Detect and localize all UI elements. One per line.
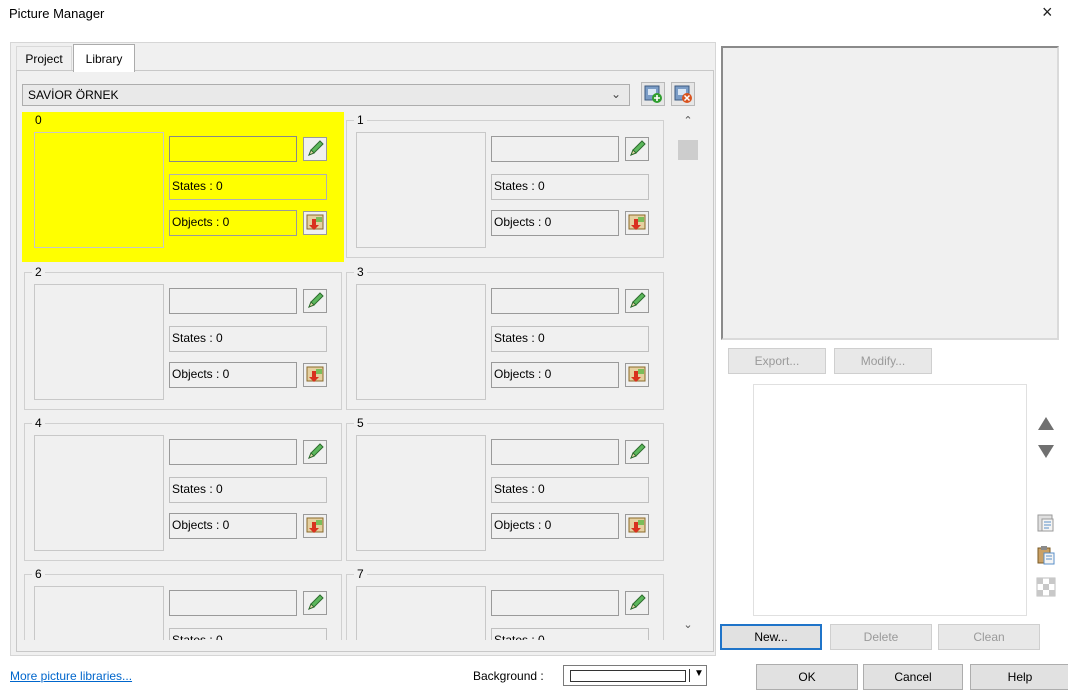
background-color-swatch	[570, 670, 686, 682]
modify-button[interactable]: Modify...	[834, 348, 932, 374]
library-select-value: SAVİOR ÖRNEK	[28, 88, 119, 102]
objects-count: Objects : 0	[169, 362, 297, 388]
picture-thumbnail[interactable]	[356, 435, 486, 551]
cell-index: 5	[354, 416, 367, 430]
picture-cell[interactable]: 6 States : 0	[22, 566, 344, 640]
states-count: States : 0	[169, 174, 327, 200]
objects-import-icon[interactable]	[625, 514, 649, 538]
picture-cell[interactable]: 5 States : 0 Objects : 0	[344, 415, 666, 565]
objects-count: Objects : 0	[491, 210, 619, 236]
picture-thumbnail[interactable]	[34, 132, 164, 248]
more-libraries-link[interactable]: More picture libraries...	[10, 669, 132, 683]
background-color-select[interactable]: ▼	[563, 665, 707, 686]
add-library-icon	[644, 85, 662, 103]
objects-import-icon[interactable]	[303, 363, 327, 387]
cell-index: 4	[32, 416, 45, 430]
pencil-icon[interactable]	[303, 137, 327, 161]
cancel-button[interactable]: Cancel	[863, 664, 963, 690]
picture-thumbnail[interactable]	[34, 586, 164, 640]
objects-count: Objects : 0	[169, 513, 297, 539]
picture-cell[interactable]: 1 States : 0 Objects : 0	[344, 112, 666, 262]
picture-thumbnail[interactable]	[356, 132, 486, 248]
picture-thumbnail[interactable]	[356, 586, 486, 640]
states-count: States : 0	[491, 477, 649, 503]
picture-thumbnail[interactable]	[34, 284, 164, 400]
move-down-icon[interactable]	[1035, 440, 1057, 462]
pencil-icon[interactable]	[303, 289, 327, 313]
objects-count: Objects : 0	[491, 513, 619, 539]
close-icon[interactable]: ×	[1042, 2, 1053, 23]
objects-import-icon[interactable]	[303, 514, 327, 538]
picture-grid: 0 States : 0 Objects : 0 1 States : 0 Ob…	[22, 112, 674, 640]
pencil-icon[interactable]	[625, 440, 649, 464]
picture-cell[interactable]: 0 States : 0 Objects : 0	[22, 112, 344, 262]
picture-thumbnail[interactable]	[356, 284, 486, 400]
add-library-button[interactable]	[641, 82, 665, 106]
cell-index: 0	[32, 113, 45, 127]
picture-thumbnail[interactable]	[34, 435, 164, 551]
picture-preview	[721, 46, 1059, 340]
delete-library-icon	[674, 85, 692, 103]
copy-state-icon[interactable]	[1035, 512, 1057, 534]
delete-state-button[interactable]: Delete	[830, 624, 932, 650]
chevron-down-icon: ▼	[694, 668, 704, 679]
states-count: States : 0	[169, 326, 327, 352]
move-up-icon[interactable]	[1035, 412, 1057, 434]
state-name-field[interactable]	[169, 590, 297, 616]
cell-index: 2	[32, 265, 45, 279]
tab-project[interactable]: Project	[16, 46, 72, 71]
cell-index: 3	[354, 265, 367, 279]
pencil-icon[interactable]	[625, 289, 649, 313]
delete-library-button[interactable]	[671, 82, 695, 106]
help-button[interactable]: Help	[970, 664, 1068, 690]
clean-button[interactable]: Clean	[938, 624, 1040, 650]
state-name-field[interactable]	[491, 590, 619, 616]
states-count: States : 0	[169, 628, 327, 640]
objects-count: Objects : 0	[491, 362, 619, 388]
objects-import-icon[interactable]	[625, 363, 649, 387]
library-select[interactable]: SAVİOR ÖRNEK ⌄	[22, 84, 630, 106]
cell-index: 6	[32, 567, 45, 581]
states-count: States : 0	[491, 174, 649, 200]
state-name-field[interactable]	[491, 288, 619, 314]
picture-cell[interactable]: 3 States : 0 Objects : 0	[344, 264, 666, 414]
objects-count: Objects : 0	[169, 210, 297, 236]
scrollbar-thumb[interactable]	[678, 140, 698, 160]
transparent-icon[interactable]	[1035, 576, 1057, 598]
states-count: States : 0	[169, 477, 327, 503]
chevron-down-icon: ⌄	[610, 87, 621, 101]
picture-cell[interactable]: 2 States : 0 Objects : 0	[22, 264, 344, 414]
ok-button[interactable]: OK	[756, 664, 858, 690]
objects-import-icon[interactable]	[303, 211, 327, 235]
new-state-button[interactable]: New...	[720, 624, 822, 650]
window-title: Picture Manager	[9, 6, 105, 21]
objects-import-icon[interactable]	[625, 211, 649, 235]
paste-state-icon[interactable]	[1035, 544, 1057, 566]
scroll-down-icon[interactable]: ⌄	[676, 618, 700, 638]
pencil-icon[interactable]	[303, 440, 327, 464]
scroll-up-icon[interactable]: ⌃	[676, 114, 700, 134]
state-name-field[interactable]	[169, 136, 297, 162]
state-name-field[interactable]	[169, 288, 297, 314]
grid-scrollbar[interactable]: ⌃ ⌄	[676, 112, 700, 640]
states-count: States : 0	[491, 628, 649, 640]
state-name-field[interactable]	[491, 136, 619, 162]
state-name-field[interactable]	[169, 439, 297, 465]
state-list[interactable]	[753, 384, 1027, 616]
cell-index: 7	[354, 567, 367, 581]
pencil-icon[interactable]	[625, 137, 649, 161]
background-label: Background :	[473, 669, 544, 683]
picture-cell[interactable]: 4 States : 0 Objects : 0	[22, 415, 344, 565]
picture-cell[interactable]: 7 States : 0	[344, 566, 666, 640]
state-name-field[interactable]	[491, 439, 619, 465]
tab-library[interactable]: Library	[73, 44, 135, 72]
pencil-icon[interactable]	[303, 591, 327, 615]
pencil-icon[interactable]	[625, 591, 649, 615]
cell-index: 1	[354, 113, 367, 127]
states-count: States : 0	[491, 326, 649, 352]
export-button[interactable]: Export...	[728, 348, 826, 374]
